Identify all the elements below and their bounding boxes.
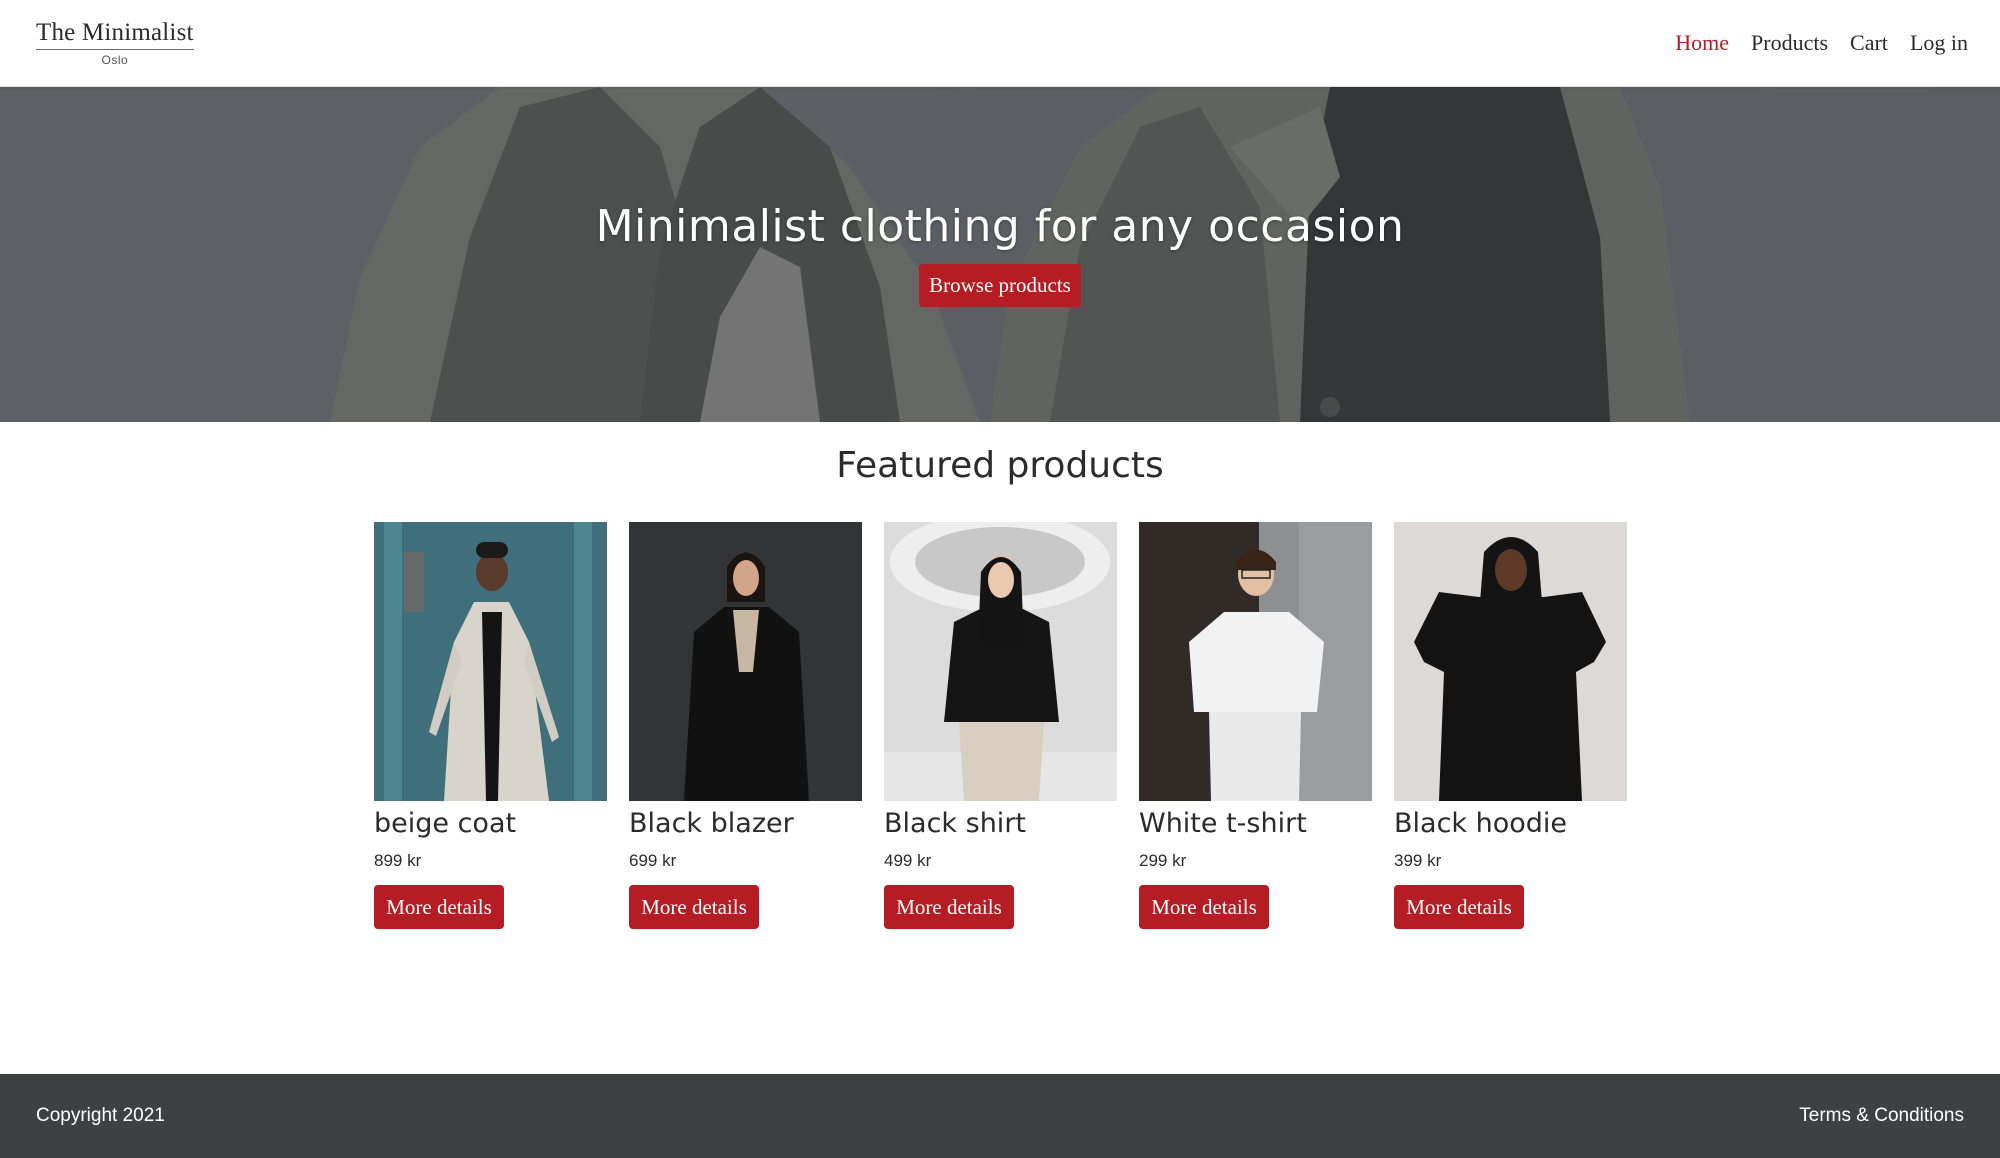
product-image-white-t-shirt[interactable] [1139, 522, 1372, 801]
product-name: Black hoodie [1394, 808, 1568, 839]
product-list: beige coat 899 kr More details Black bla… [374, 522, 1627, 929]
product-name: beige coat [374, 808, 517, 839]
logo[interactable]: The Minimalist Oslo [36, 19, 194, 67]
product-card: beige coat 899 kr More details [374, 522, 607, 929]
product-name: Black shirt [884, 808, 1027, 839]
nav-login[interactable]: Log in [1910, 30, 1968, 56]
product-image-black-hoodie[interactable] [1394, 522, 1627, 801]
more-details-button[interactable]: More details [884, 885, 1014, 929]
product-name: Black blazer [629, 808, 794, 839]
more-details-button[interactable]: More details [1139, 885, 1269, 929]
product-price: 399 kr [1394, 851, 1442, 870]
more-details-button[interactable]: More details [629, 885, 759, 929]
copyright-text: Copyright 2021 [36, 1105, 165, 1126]
nav-products[interactable]: Products [1751, 30, 1828, 56]
product-image-black-blazer[interactable] [629, 522, 862, 801]
logo-city: Oslo [101, 53, 129, 67]
terms-link[interactable]: Terms & Conditions [1799, 1105, 1964, 1127]
product-image-beige-coat[interactable] [374, 522, 607, 801]
product-card: Black hoodie 399 kr More details [1394, 522, 1627, 929]
product-price: 699 kr [629, 851, 677, 870]
more-details-button[interactable]: More details [374, 885, 504, 929]
product-name: White t-shirt [1139, 808, 1307, 839]
nav-cart[interactable]: Cart [1850, 30, 1888, 56]
hero-banner: Minimalist clothing for any occasion Bro… [0, 87, 2000, 422]
product-card: Black blazer 699 kr More details [629, 522, 862, 929]
hero-content: Minimalist clothing for any occasion Bro… [0, 87, 2000, 422]
main-nav: Home Products Cart Log in [1675, 30, 1968, 56]
product-price: 899 kr [374, 851, 422, 870]
logo-name: The Minimalist [36, 19, 194, 50]
nav-home[interactable]: Home [1675, 30, 1729, 56]
product-card: Black shirt 499 kr More details [884, 522, 1117, 929]
more-details-button[interactable]: More details [1394, 885, 1524, 929]
product-image-black-shirt[interactable] [884, 522, 1117, 801]
featured-title: Featured products [836, 445, 1164, 486]
browse-products-button[interactable]: Browse products [919, 264, 1081, 307]
product-price: 499 kr [884, 851, 932, 870]
product-price: 299 kr [1139, 851, 1187, 870]
site-header: The Minimalist Oslo Home Products Cart L… [0, 0, 2000, 87]
hero-title: Minimalist clothing for any occasion [595, 201, 1405, 252]
site-footer: Copyright 2021 Terms & Conditions [0, 1074, 2000, 1158]
product-card: White t-shirt 299 kr More details [1139, 522, 1372, 929]
